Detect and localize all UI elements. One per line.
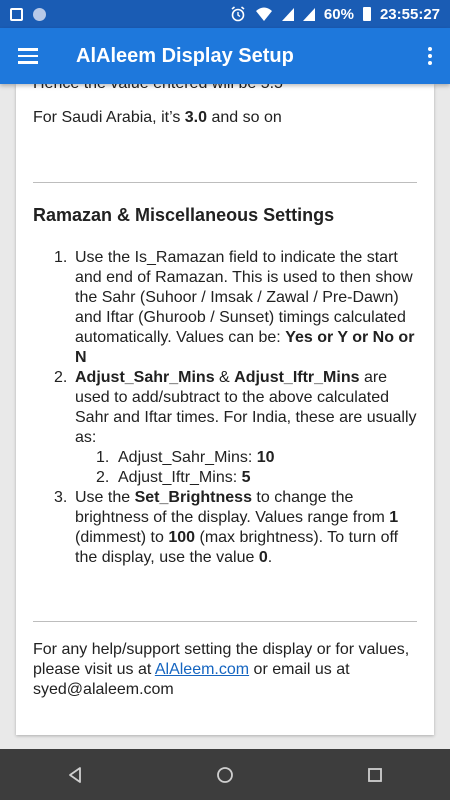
wifi-icon [255, 7, 272, 21]
content-card[interactable]: Hence the value entered will be 5.5 For … [16, 84, 434, 735]
website-link[interactable]: AlAleem.com [155, 661, 249, 678]
divider [33, 182, 417, 183]
saudi-paragraph: For Saudi Arabia, it’s 3.0 and so on [33, 109, 282, 126]
sub-list-item: 2. Adjust_Iftr_Mins: 5 [96, 469, 251, 486]
sub-list-item: 1. Adjust_Sahr_Mins: 10 [96, 449, 275, 466]
system-nav-bar [0, 749, 450, 800]
list-item: 1. Use the Is_Ramazan field to indicate … [54, 249, 415, 366]
battery-icon [362, 7, 371, 21]
cut-off-text: Hence the value entered will be 5.5 [33, 84, 283, 94]
clock: 23:55:27 [379, 5, 440, 23]
more-vert-icon[interactable] [410, 28, 450, 84]
back-button[interactable] [45, 749, 105, 800]
alarm-icon [231, 6, 245, 22]
signal-icon [281, 7, 294, 21]
app-title: AlAleem Display Setup [76, 44, 294, 67]
footer-paragraph: For any help/support setting the display… [33, 641, 410, 698]
back-triangle-icon [69, 766, 81, 783]
list-item: 3. Use the Set_Brightness to change the … [54, 489, 399, 566]
sub-list: 1. Adjust_Sahr_Mins: 10 2. Adjust_Iftr_M… [75, 448, 417, 488]
settings-list: 1. Use the Is_Ramazan field to indicate … [33, 248, 417, 568]
app-bar: AlAleem Display Setup [0, 28, 450, 84]
section-title: Ramazan & Miscellaneous Settings [33, 205, 335, 225]
home-button[interactable] [195, 749, 255, 800]
list-item: 2. Adjust_Sahr_Mins & Adjust_Iftr_Mins a… [54, 369, 417, 488]
home-circle-icon [217, 766, 233, 783]
signal-icon [302, 7, 315, 21]
recents-square-icon [368, 767, 382, 782]
circle-icon [33, 7, 46, 21]
image-icon [10, 7, 23, 21]
hamburger-menu-icon[interactable] [0, 28, 56, 84]
recents-button[interactable] [345, 749, 405, 800]
divider [33, 621, 417, 622]
status-bar: 60% 23:55:27 [0, 0, 450, 28]
battery-percent: 60% [323, 5, 354, 23]
